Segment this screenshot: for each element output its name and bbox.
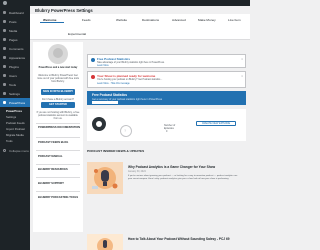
tab-feeds[interactable]: Feeds: [82, 18, 91, 22]
sidebar-item-plugins[interactable]: Plugins: [0, 62, 30, 71]
tab-destinations[interactable]: Destinations: [142, 18, 159, 22]
settings-tabs: [30, 14, 250, 40]
sidebar-subitem-tools[interactable]: Tools: [6, 139, 13, 143]
sidebar-subitem-settings[interactable]: Settings: [6, 115, 16, 119]
page-icon: [3, 38, 6, 41]
divider: [36, 164, 80, 165]
promo-button[interactable]: [92, 101, 118, 104]
panel-description: Welcome to Blubrry PowerPress! Get more …: [37, 74, 79, 83]
news-thumbnail[interactable]: [87, 162, 123, 194]
news-item-excerpt: If you're serious about growing your pod…: [128, 175, 238, 180]
divider: [36, 191, 80, 192]
notice-statistics: Free Podcast Statistics Take advantage o…: [87, 54, 246, 68]
admin-bar: [0, 0, 250, 6]
wordpress-logo-icon[interactable]: [3, 1, 7, 5]
sidebar-subitem-podcast-feeds[interactable]: Podcast Feeds: [6, 121, 25, 125]
episode-count-icon: ?: [120, 125, 132, 137]
sidebar-item-users[interactable]: Users: [0, 71, 30, 80]
sidebar-item-appearance[interactable]: Appearance: [0, 53, 30, 62]
hosting-note: If you are not hosting with Blubrry, a f…: [36, 111, 80, 120]
nav-resources[interactable]: BLUBRRY RESOURCES: [38, 168, 68, 171]
tab-advanced[interactable]: Advanced: [172, 18, 186, 22]
active-tab-indicator: [40, 22, 64, 23]
sidebar-item-posts[interactable]: Posts: [0, 17, 30, 26]
sidebar-subitem-powerpress[interactable]: PowerPress: [6, 109, 22, 113]
sidebar-item-tools[interactable]: Tools: [0, 80, 30, 89]
no-account-text: Don't have a Blubrry account?: [42, 98, 74, 101]
podcast-badge-icon: [92, 117, 106, 131]
tab-live-item[interactable]: Live Item: [228, 18, 241, 22]
user-icon: [3, 74, 6, 77]
dashboard-icon: [3, 11, 6, 14]
panel-title: PowerPress and a new start today: [38, 66, 78, 69]
sign-in-button[interactable]: SIGN IN WITH BLUBRRY: [41, 89, 75, 95]
brush-icon: [3, 56, 6, 59]
media-icon: [3, 29, 6, 32]
divider: [36, 123, 80, 124]
close-icon[interactable]: ×: [241, 74, 243, 78]
news-item-date: January 30, 2024: [128, 171, 146, 173]
nav-documentation[interactable]: POWERPRESS DOCUMENTATION: [38, 126, 80, 129]
news-item-title[interactable]: How to Talk About Your Podcast Without S…: [128, 237, 230, 241]
divider: [36, 150, 80, 151]
statistics-promo-banner: Free Podcast Statistics Get a summary of…: [87, 91, 246, 105]
powerpress-logo: [48, 44, 68, 64]
news-thumbnail[interactable]: [87, 234, 123, 250]
divider: [36, 177, 80, 178]
nav-podcast-manual[interactable]: PODCAST MANUAL: [38, 155, 63, 158]
notice-show-planned: Your Show is planned ready for welcome Y…: [87, 71, 246, 88]
news-section-title: PODCAST INSIDER NEWS & UPDATES: [87, 149, 145, 153]
comment-icon: [3, 47, 6, 50]
sidebar-item-comments[interactable]: Comments: [0, 44, 30, 53]
stat-value: 0: [166, 130, 168, 133]
collapse-menu-button[interactable]: Collapse menu: [0, 147, 30, 154]
page-title: Blubrry PowerPress Settings: [35, 8, 93, 13]
collapse-icon: [3, 149, 6, 152]
podcast-illustration-icon: [87, 234, 123, 250]
chart-icon: [91, 58, 95, 62]
divider: [36, 137, 80, 138]
nav-support[interactable]: BLUBRRY SUPPORT: [38, 182, 64, 185]
sidebar-item-dashboard[interactable]: Dashboard: [0, 8, 30, 17]
pin-icon: [3, 20, 6, 23]
news-item-title[interactable]: Why Podcast Analytics is a Game Changer …: [128, 165, 215, 169]
plug-icon: [3, 65, 6, 68]
nav-feeds-blog[interactable]: PODCAST FEEDS BLOG: [38, 141, 68, 144]
sidebar-subitem-import[interactable]: Import Podcast: [6, 127, 25, 131]
tab-website[interactable]: Website: [116, 18, 127, 22]
nav-podcasting-tools[interactable]: BLUBRRY PODCASTING TOOLS: [38, 196, 78, 199]
sidebar-item-powerpress[interactable]: PowerPress: [0, 98, 30, 107]
sidebar-item-settings[interactable]: Settings: [0, 89, 30, 98]
sidebar-item-pages[interactable]: Pages: [0, 35, 30, 44]
sidebar-subitem-migrate[interactable]: Migrate Media: [6, 133, 24, 137]
tab-make-money[interactable]: Make Money: [198, 18, 216, 22]
settings-icon: [3, 92, 6, 95]
sidebar-item-media[interactable]: Media: [0, 26, 30, 35]
wrench-icon: [3, 83, 6, 86]
create-episode-button[interactable]: CREATE NEW EPISODE: [196, 121, 236, 126]
alert-icon: [91, 75, 95, 79]
close-icon[interactable]: ×: [241, 57, 243, 61]
get-started-button[interactable]: GET STARTED: [41, 102, 75, 108]
tab-experimental[interactable]: Experimental: [68, 32, 86, 36]
notice-links[interactable]: Learn More · Hide this message: [97, 83, 130, 85]
microphone-icon: [3, 101, 6, 104]
learn-more-link[interactable]: Learn More: [97, 65, 109, 67]
podcast-illustration-icon: [87, 162, 123, 194]
